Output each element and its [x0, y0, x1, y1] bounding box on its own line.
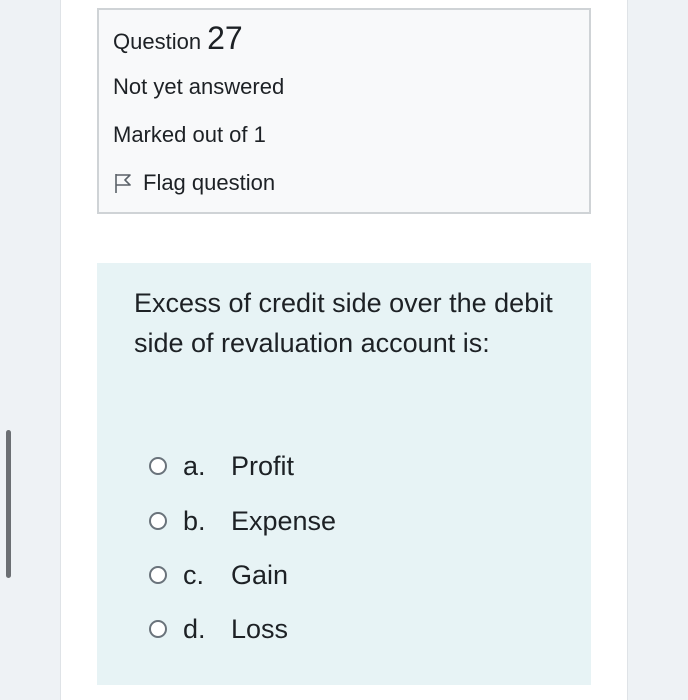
question-grade: Marked out of 1 [113, 122, 266, 147]
radio-button-b[interactable] [149, 512, 167, 530]
option-text: Profit [231, 450, 295, 481]
answer-option-a[interactable]: a. Profit [149, 446, 294, 486]
option-text: Loss [231, 613, 289, 644]
radio-button-c[interactable] [149, 566, 167, 584]
question-label: Question [113, 29, 202, 54]
question-text: Excess of credit side over the debit sid… [134, 288, 553, 358]
answer-option-d[interactable]: d. Loss [149, 609, 288, 649]
flag-icon [113, 172, 133, 194]
option-letter: c. [183, 559, 205, 590]
option-text: Gain [231, 559, 289, 590]
option-letter: d. [183, 613, 206, 644]
flag-question-link[interactable]: Flag question [113, 170, 275, 196]
answer-option-b[interactable]: b. Expense [149, 501, 336, 541]
question-state: Not yet answered [113, 74, 285, 99]
option-letter: a. [183, 450, 206, 481]
radio-button-d[interactable] [149, 620, 167, 638]
radio-button-a[interactable] [149, 457, 167, 475]
question-number: 27 [207, 20, 243, 56]
question-heading: Question 27 [113, 20, 243, 57]
flag-question-label: Flag question [143, 170, 276, 195]
question-content: Excess of credit side over the debit sid… [97, 263, 591, 685]
option-text: Expense [231, 505, 337, 536]
scrollbar[interactable] [6, 430, 11, 578]
question-info-box: Question 27 Not yet answered Marked out o… [97, 8, 591, 214]
answer-option-c[interactable]: c. Gain [149, 555, 288, 595]
option-letter: b. [183, 505, 206, 536]
